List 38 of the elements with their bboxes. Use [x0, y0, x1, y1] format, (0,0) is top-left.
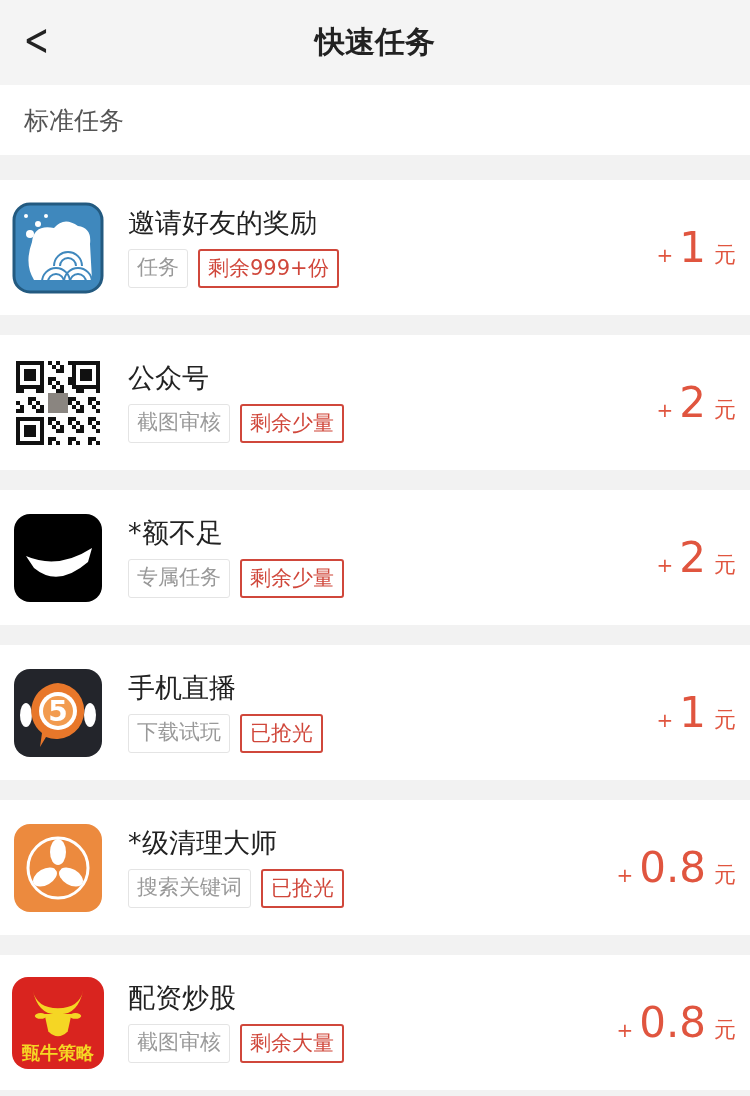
reward-amount: +2 元	[656, 533, 736, 582]
availability-tag: 剩余大量	[240, 1024, 344, 1064]
task-title: 手机直播	[128, 671, 237, 705]
task-title: *额不足	[128, 516, 224, 550]
category-tag: 专属任务	[128, 559, 230, 599]
task-card[interactable]: *额不足 专属任务 剩余少量 +2 元	[0, 490, 750, 625]
availability-tag: 剩余少量	[240, 559, 344, 599]
task-card[interactable]: 公众号 截图审核 剩余少量 +2 元	[0, 335, 750, 470]
availability-tag: 剩余999+份	[198, 249, 339, 289]
task-card[interactable]: 邀请好友的奖励 任务 剩余999+份 +1 元	[0, 180, 750, 315]
task-title: 配资炒股	[128, 981, 237, 1015]
task-title: 公众号	[128, 361, 210, 395]
reward-amount: +0.8 元	[616, 998, 736, 1047]
page-title: 快速任务	[315, 23, 435, 61]
category-tag: 任务	[128, 249, 188, 289]
task-title: *级清理大师	[128, 826, 278, 860]
back-button[interactable]: <	[20, 14, 53, 65]
reward-amount: +2 元	[656, 378, 736, 427]
reward-amount: +1 元	[656, 223, 736, 272]
reward-amount: +0.8 元	[616, 843, 736, 892]
availability-tag: 已抢光	[261, 869, 344, 909]
task-card[interactable]: 甄牛策略 配资炒股 截图审核 剩余大量 +0.8 元	[0, 955, 750, 1090]
bull-app-icon: 甄牛策略	[12, 976, 104, 1069]
task-title: 邀请好友的奖励	[128, 206, 318, 240]
waves-app-icon	[12, 201, 104, 294]
task-card[interactable]: 5 手机直播 下载试玩 已抢光 +1 元	[0, 645, 750, 780]
section-title: 标准任务	[24, 104, 124, 137]
film-strip-app-icon	[12, 511, 104, 604]
fan-app-icon	[12, 821, 104, 914]
reward-amount: +1 元	[656, 688, 736, 737]
category-tag: 下载试玩	[128, 714, 230, 754]
headphones-app-icon: 5	[12, 666, 104, 759]
availability-tag: 已抢光	[240, 714, 323, 754]
category-tag: 搜索关键词	[128, 869, 251, 909]
task-card[interactable]: *级清理大师 搜索关键词 已抢光 +0.8 元	[0, 800, 750, 935]
category-tag: 截图审核	[128, 404, 230, 444]
availability-tag: 剩余少量	[240, 404, 344, 444]
category-tag: 截图审核	[128, 1024, 230, 1064]
